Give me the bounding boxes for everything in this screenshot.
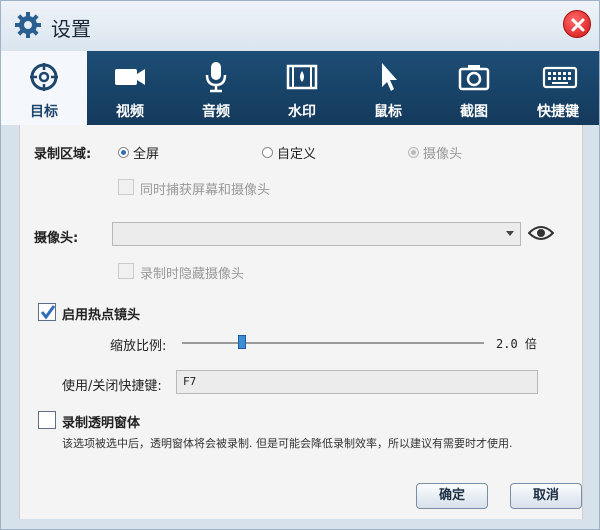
ok-button[interactable]: 确定 (416, 483, 488, 509)
radio-custom[interactable] (262, 147, 273, 158)
radio-fullscreen[interactable] (118, 147, 129, 158)
close-button[interactable] (563, 10, 591, 38)
tab-video[interactable]: 视频 (87, 51, 173, 125)
hide-camera-label: 录制时隐藏摄像头 (140, 267, 245, 282)
camera-label: 摄像头: (34, 231, 79, 246)
tab-shortcuts[interactable]: 快捷键 (517, 51, 599, 125)
settings-window: 设置 目标 视频 音频 水印 鼠标 截图 快捷键 录制区域: 全屏 自定义 摄像… (0, 0, 600, 530)
zoom-value: 2.0 倍 (496, 337, 537, 351)
checkmark-icon (40, 305, 56, 320)
cursor-icon (382, 63, 397, 91)
shortcut-label: 使用/关闭快捷键: (62, 379, 162, 394)
radio-fullscreen-label: 全屏 (133, 147, 160, 162)
capture-both-label: 同时捕获屏幕和摄像头 (140, 183, 271, 198)
keyboard-icon (542, 66, 578, 89)
transparent-label: 录制透明窗体 (62, 416, 141, 431)
record-area-label: 录制区域: (34, 147, 92, 162)
camera-icon (458, 65, 490, 91)
tab-screenshot[interactable]: 截图 (431, 51, 517, 125)
hotspot-checkbox[interactable] (38, 303, 56, 321)
window-title: 设置 (51, 17, 91, 41)
tab-label: 视频 (116, 104, 144, 120)
hotspot-label: 启用热点镜头 (62, 308, 141, 323)
gear-icon (15, 12, 41, 38)
tab-label: 音频 (202, 104, 230, 120)
radio-webcam (408, 147, 419, 158)
hide-camera-checkbox (118, 263, 134, 279)
tab-label: 快捷键 (537, 104, 579, 120)
transparent-note: 该选项被选中后，透明窗体将会被录制. 但是可能会降低录制效率，所以建议有需要时才… (62, 437, 513, 450)
shortcut-field[interactable]: F7 (176, 370, 538, 394)
settings-panel: 录制区域: 全屏 自定义 摄像头 同时捕获屏幕和摄像头 摄像头: 录制时隐藏摄像… (19, 125, 583, 519)
chevron-down-icon (506, 231, 514, 236)
tab-label: 目标 (30, 104, 58, 120)
transparent-checkbox[interactable] (38, 411, 56, 429)
close-icon (571, 18, 585, 32)
camera-select[interactable] (112, 222, 521, 246)
zoom-label: 缩放比例: (110, 339, 167, 354)
target-icon (30, 63, 58, 91)
zoom-slider-thumb[interactable] (238, 335, 247, 349)
microphone-icon (205, 62, 227, 93)
zoom-slider-track[interactable] (182, 342, 484, 344)
video-camera-icon (115, 69, 145, 85)
radio-webcam-label: 摄像头 (423, 147, 463, 162)
tab-mouse[interactable]: 鼠标 (345, 51, 431, 125)
tab-watermark[interactable]: 水印 (259, 51, 345, 125)
tab-bar: 目标 视频 音频 水印 鼠标 截图 快捷键 (1, 51, 599, 125)
cancel-button[interactable]: 取消 (510, 483, 582, 509)
radio-custom-label: 自定义 (277, 147, 317, 162)
title-bar: 设置 (1, 1, 599, 51)
capture-both-checkbox (118, 179, 134, 195)
tab-label: 鼠标 (374, 104, 402, 120)
eye-icon[interactable] (528, 224, 554, 242)
tab-target[interactable]: 目标 (1, 51, 87, 125)
tab-label: 截图 (460, 104, 488, 120)
tab-audio[interactable]: 音频 (173, 51, 259, 125)
watermark-film-icon (286, 64, 318, 90)
tab-label: 水印 (288, 104, 316, 120)
